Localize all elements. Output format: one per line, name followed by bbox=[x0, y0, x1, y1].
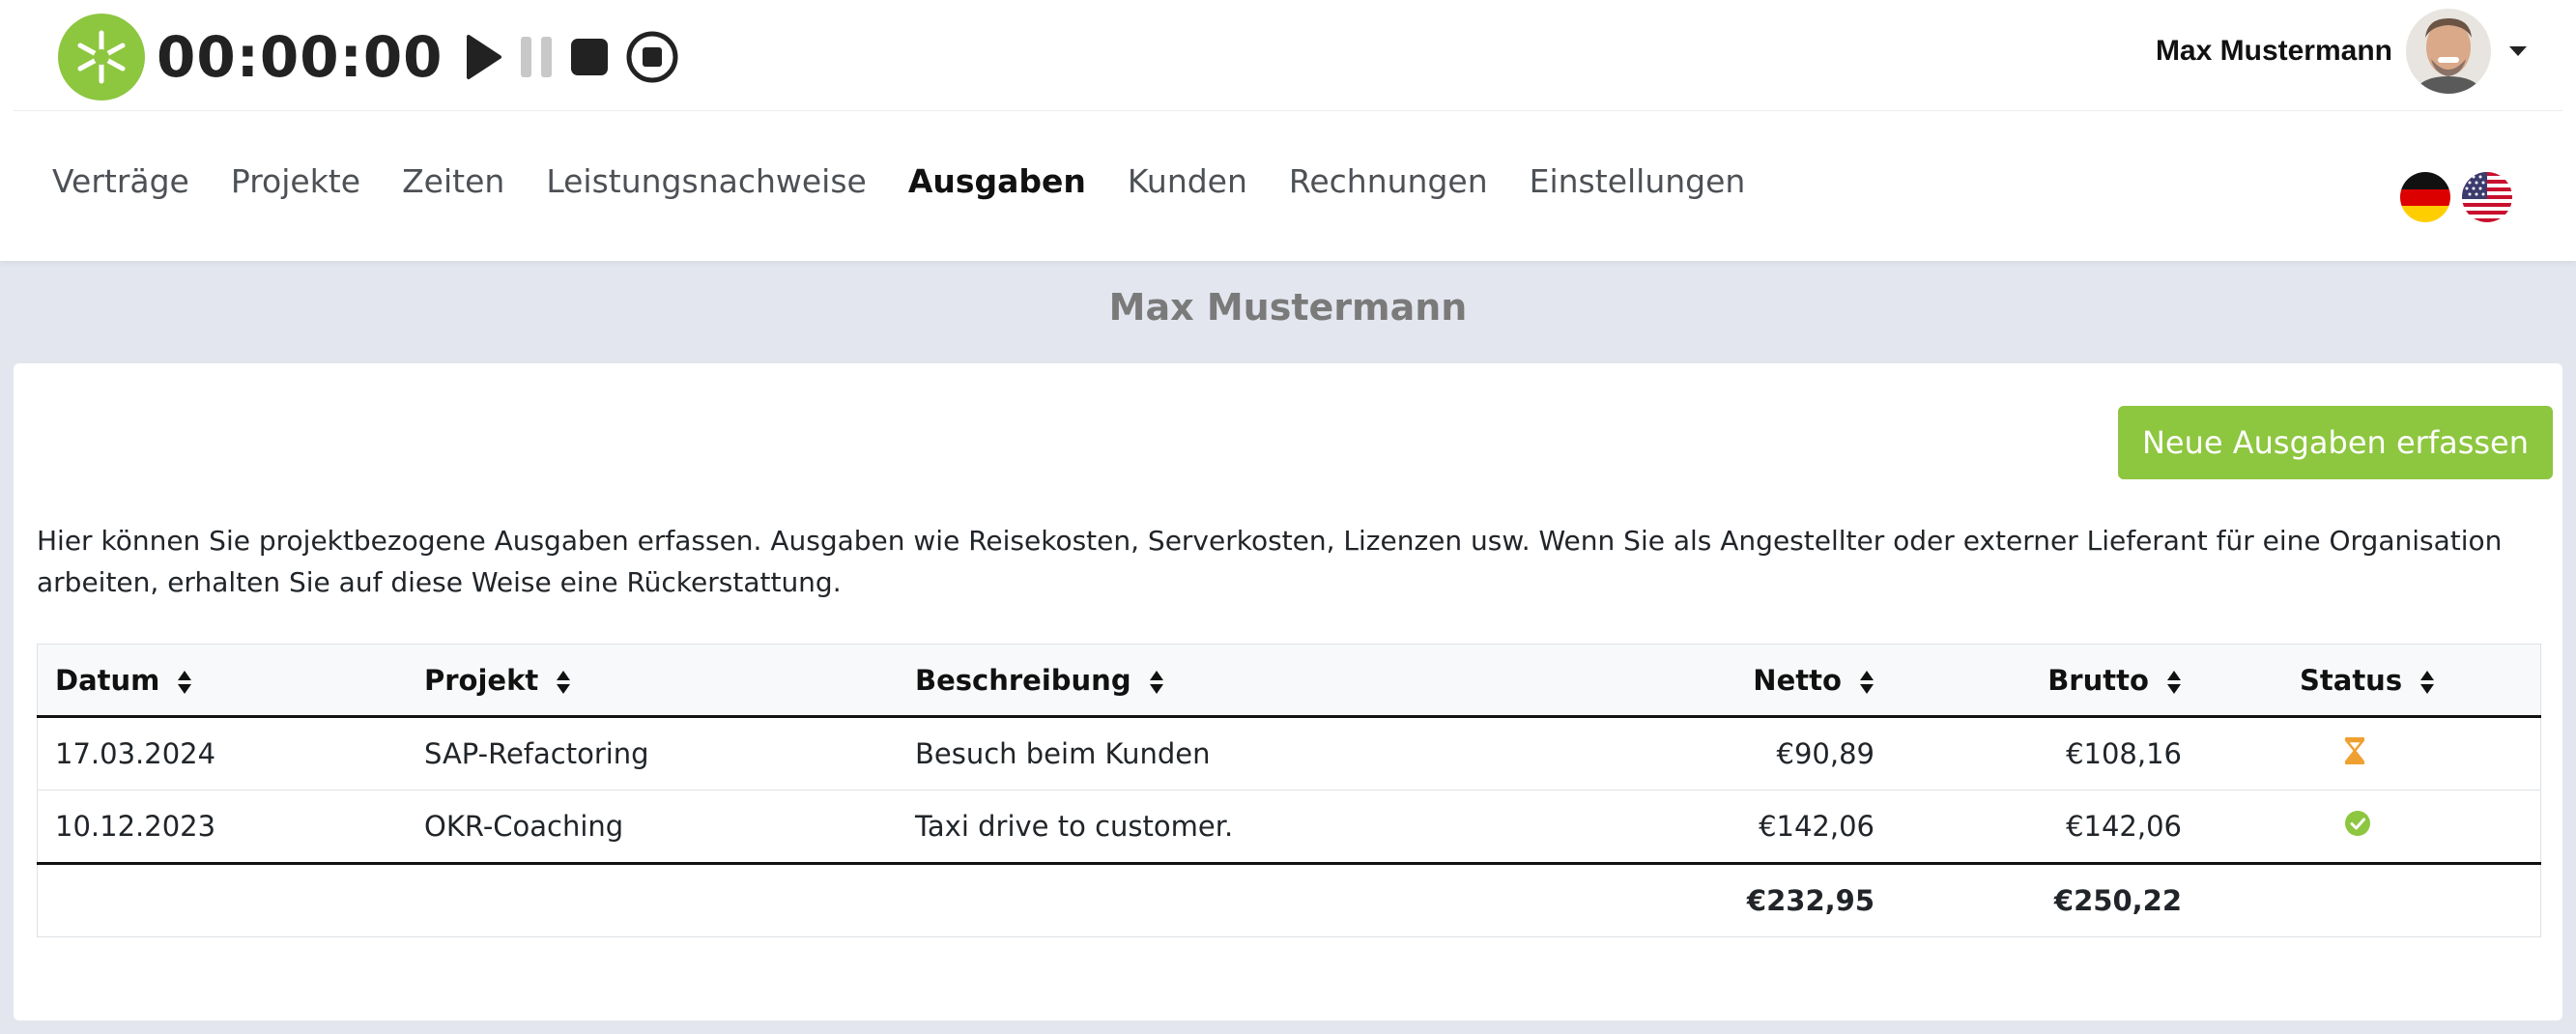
sort-icon bbox=[2167, 670, 2181, 694]
totals-row: €232,95 €250,22 bbox=[38, 864, 2541, 937]
header-status[interactable]: Status bbox=[2199, 645, 2541, 717]
cell-netto: €142,06 bbox=[1759, 810, 1875, 843]
stop-button[interactable] bbox=[569, 37, 610, 77]
header-brutto[interactable]: Brutto bbox=[1892, 645, 2199, 717]
nav-item-ausgaben[interactable]: Ausgaben bbox=[908, 162, 1086, 200]
german-flag-icon[interactable] bbox=[2400, 172, 2450, 222]
play-icon bbox=[466, 35, 501, 79]
nav-item-rechnungen[interactable]: Rechnungen bbox=[1289, 162, 1488, 200]
nav-item-projekte[interactable]: Projekte bbox=[231, 162, 360, 200]
top-bar: 00:00:00 Max Mustermann Verträge Projekt… bbox=[0, 0, 2576, 261]
table-header-row: Datum Projekt Beschreibung Netto Brutto bbox=[37, 644, 2541, 717]
nav-item-zeiten[interactable]: Zeiten bbox=[402, 162, 504, 200]
intro-text: Hier können Sie projektbezogene Ausgaben… bbox=[37, 525, 2503, 598]
table-row[interactable]: 17.03.2024 SAP-Refactoring Besuch beim K… bbox=[37, 717, 2541, 790]
header-projekt-label: Projekt bbox=[424, 663, 539, 697]
total-netto: €232,95 bbox=[1746, 884, 1875, 917]
user-menu[interactable]: Max Mustermann bbox=[2156, 8, 2528, 95]
total-brutto: €250,22 bbox=[2053, 884, 2182, 917]
page-title: Max Mustermann bbox=[1108, 286, 1468, 329]
sort-icon bbox=[557, 670, 571, 694]
expenses-table: Datum Projekt Beschreibung Netto Brutto bbox=[37, 644, 2541, 937]
cell-datum: 17.03.2024 bbox=[55, 737, 216, 770]
header-netto[interactable]: Netto bbox=[1628, 645, 1892, 717]
nav-item-einstellungen[interactable]: Einstellungen bbox=[1530, 162, 1746, 200]
header-datum-label: Datum bbox=[55, 663, 160, 697]
us-flag-icon[interactable] bbox=[2462, 172, 2512, 222]
timer-controls: 00:00:00 bbox=[58, 14, 679, 101]
header-status-label: Status bbox=[2300, 663, 2403, 697]
sort-icon bbox=[2420, 670, 2435, 694]
nav-item-vertraege[interactable]: Verträge bbox=[52, 162, 189, 200]
sort-icon bbox=[1149, 670, 1163, 694]
timer-display: 00:00:00 bbox=[157, 24, 444, 90]
header-beschreibung[interactable]: Beschreibung bbox=[898, 645, 1628, 717]
cell-projekt: OKR-Coaching bbox=[424, 810, 624, 843]
cell-projekt: SAP-Refactoring bbox=[424, 737, 649, 770]
divider bbox=[14, 110, 2562, 111]
expenses-card: Neue Ausgaben erfassen Hier können Sie p… bbox=[14, 363, 2562, 1020]
header-netto-label: Netto bbox=[1753, 663, 1842, 697]
avatar-image bbox=[2406, 9, 2491, 94]
header-projekt[interactable]: Projekt bbox=[407, 645, 898, 717]
avatar[interactable] bbox=[2406, 9, 2491, 94]
cell-beschreibung: Taxi drive to customer. bbox=[915, 810, 1234, 843]
language-switcher bbox=[2389, 172, 2512, 222]
cell-status bbox=[2199, 717, 2541, 790]
cell-datum: 10.12.2023 bbox=[55, 810, 216, 843]
cell-beschreibung: Besuch beim Kunden bbox=[915, 737, 1211, 770]
header-datum[interactable]: Datum bbox=[38, 645, 408, 717]
hourglass-icon bbox=[2344, 736, 2365, 764]
app-logo[interactable] bbox=[58, 14, 145, 101]
nav-item-leistungsnachweise[interactable]: Leistungsnachweise bbox=[546, 162, 867, 200]
new-expense-button[interactable]: Neue Ausgaben erfassen bbox=[2118, 406, 2553, 479]
stop-icon bbox=[570, 39, 608, 75]
user-name: Max Mustermann bbox=[2155, 35, 2392, 67]
record-stop-icon bbox=[626, 31, 678, 83]
cell-netto: €90,89 bbox=[1776, 737, 1875, 770]
record-stop-button[interactable] bbox=[625, 30, 679, 84]
pause-icon bbox=[520, 37, 552, 77]
cell-brutto: €108,16 bbox=[2066, 737, 2182, 770]
header-beschreibung-label: Beschreibung bbox=[915, 663, 1131, 697]
play-button[interactable] bbox=[463, 33, 503, 81]
chevron-down-icon[interactable] bbox=[2508, 45, 2528, 57]
sort-icon bbox=[178, 670, 192, 694]
check-circle-icon bbox=[2345, 810, 2370, 836]
main-nav: Verträge Projekte Zeiten Leistungsnachwe… bbox=[52, 162, 1787, 200]
sort-icon bbox=[1860, 670, 1874, 694]
nav-item-kunden[interactable]: Kunden bbox=[1128, 162, 1247, 200]
cell-status bbox=[2199, 790, 2541, 864]
logo-icon bbox=[77, 30, 126, 84]
header-brutto-label: Brutto bbox=[2047, 663, 2149, 697]
cell-brutto: €142,06 bbox=[2066, 810, 2182, 843]
pause-button[interactable] bbox=[519, 35, 554, 79]
table-row[interactable]: 10.12.2023 OKR-Coaching Taxi drive to cu… bbox=[37, 790, 2541, 864]
